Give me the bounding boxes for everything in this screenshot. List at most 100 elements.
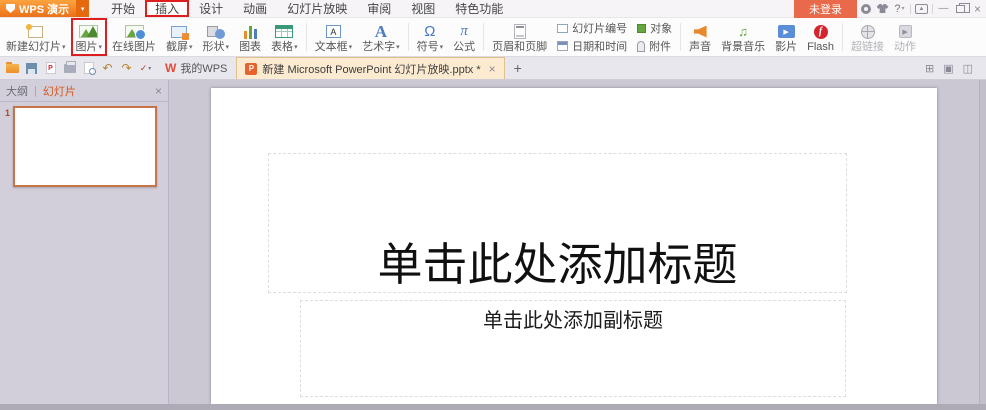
wordart-button[interactable]: A 艺术字	[357, 18, 405, 56]
button-label: 艺术字	[362, 42, 400, 53]
titlebar-right: 未登录 ? — ×	[794, 0, 986, 18]
screenshot-button[interactable]: 截屏	[161, 18, 198, 56]
pdf-icon	[45, 62, 56, 74]
button-label: 日期和时间	[572, 41, 628, 53]
slide-thumbnail[interactable]	[13, 106, 157, 187]
restore-button[interactable]	[952, 0, 970, 18]
export-pdf-button[interactable]	[42, 60, 59, 77]
tabbar-tool-icon-1[interactable]: ⊞	[925, 62, 934, 75]
tabbar-tool-icon-2[interactable]: ▣	[943, 62, 953, 75]
wps-logo[interactable]: WPS 演示	[0, 0, 77, 17]
slide-editor[interactable]: 单击此处添加标题 单击此处添加副标题	[211, 88, 937, 404]
textbox-button[interactable]: A 文本框	[310, 18, 358, 56]
action-play-icon	[898, 23, 912, 40]
panel-close-icon[interactable]: ×	[155, 84, 162, 98]
login-button[interactable]: 未登录	[794, 0, 857, 18]
new-slide-button[interactable]: 新建幻灯片	[1, 18, 71, 56]
menu-view[interactable]: 视图	[401, 0, 445, 17]
subtitle-placeholder-text: 单击此处添加副标题	[483, 310, 663, 332]
new-tab-button[interactable]: +	[514, 60, 522, 76]
save-button[interactable]	[23, 60, 40, 77]
open-file-button[interactable]	[4, 60, 21, 77]
menu-special-features[interactable]: 特色功能	[445, 0, 513, 17]
slide-canvas: 单击此处添加标题 单击此处添加副标题	[170, 80, 986, 410]
date-time-button[interactable]: 日期和时间	[557, 38, 627, 54]
titlebar: WPS 演示 开始 插入 设计 动画 幻灯片放映 审阅 视图 特色功能 未登录 …	[0, 0, 986, 18]
menu-design[interactable]: 设计	[189, 0, 233, 17]
picture-button[interactable]: 图片	[70, 18, 108, 56]
button-label: 动作	[894, 41, 917, 53]
table-button[interactable]: 表格	[266, 18, 303, 56]
flash-icon	[813, 23, 828, 40]
header-footer-button[interactable]: 页眉和页脚	[487, 18, 552, 56]
menu-home[interactable]: 开始	[101, 0, 145, 17]
date-time-icon	[557, 41, 569, 51]
skin-shirt-icon[interactable]	[874, 0, 891, 18]
online-picture-button[interactable]: 在线图片	[107, 18, 161, 56]
button-label: 影片	[775, 41, 798, 53]
tabbar-tool-icon-3[interactable]: ◫	[963, 62, 973, 75]
pi-icon: π	[460, 23, 468, 39]
help-icon[interactable]: ?	[891, 0, 908, 18]
flash-button[interactable]: Flash	[802, 18, 839, 56]
ppt-file-icon	[245, 62, 258, 75]
outline-tab[interactable]: 大纲	[6, 83, 28, 99]
slides-panel-header: 大纲 | 幻灯片 ×	[0, 80, 168, 102]
workspace: 大纲 | 幻灯片 × 1 单击此处添加标题 单击此处添加副标题	[0, 80, 986, 410]
tab-close-icon[interactable]: ×	[489, 62, 496, 76]
film-icon	[777, 23, 795, 40]
document-tab-title: 新建 Microsoft PowerPoint 幻灯片放映.pptx *	[262, 63, 481, 76]
button-label: 截屏	[166, 42, 193, 53]
close-button[interactable]: ×	[969, 0, 986, 18]
insert-small-group: 幻灯片编号 对象 日期和时间 附件	[552, 18, 677, 56]
tab-label: 我的WPS	[180, 63, 228, 75]
menu-animation[interactable]: 动画	[233, 0, 277, 17]
wordart-icon: A	[374, 22, 387, 41]
picture-icon	[79, 23, 99, 40]
customize-toolbar-button[interactable]: ✓	[137, 60, 154, 77]
menu-insert[interactable]: 插入	[145, 0, 190, 17]
screenshot-icon	[171, 23, 190, 40]
minimize-button[interactable]: —	[935, 0, 952, 18]
divider	[910, 3, 911, 14]
slide-number-button[interactable]: 幻灯片编号	[557, 20, 627, 36]
button-label: 符号	[417, 42, 444, 53]
menu-slideshow[interactable]: 幻灯片放映	[277, 0, 357, 17]
title-placeholder[interactable]: 单击此处添加标题	[268, 153, 847, 293]
formula-button[interactable]: π 公式	[448, 18, 480, 56]
slides-tab[interactable]: 幻灯片	[43, 83, 76, 99]
attachment-button[interactable]: 附件	[637, 38, 672, 54]
logo-caret-icon[interactable]	[76, 0, 90, 17]
button-label: 文本框	[315, 42, 353, 53]
symbol-button[interactable]: Ω 符号	[412, 18, 449, 56]
divider	[305, 23, 307, 51]
save-icon	[26, 62, 37, 74]
vertical-scrollbar[interactable]	[979, 80, 986, 404]
my-wps-tab[interactable]: W 我的WPS	[156, 57, 236, 79]
sound-button[interactable]: 声音	[684, 18, 716, 56]
button-label: 页眉和页脚	[492, 41, 548, 53]
shapes-button[interactable]: 形状	[198, 18, 235, 56]
theme-circle-icon[interactable]	[857, 0, 874, 18]
attachment-icon	[637, 40, 646, 52]
button-label: 超链接	[851, 41, 885, 53]
tab-divider: |	[34, 84, 37, 97]
slide-thumbnail-number: 1	[5, 108, 11, 118]
button-label: 图片	[76, 42, 103, 53]
active-document-tab[interactable]: 新建 Microsoft PowerPoint 幻灯片放映.pptx * ×	[236, 57, 505, 79]
object-button[interactable]: 对象	[637, 20, 672, 36]
chart-button[interactable]: 图表	[234, 18, 266, 56]
wps-logo-icon	[6, 4, 15, 13]
movie-button[interactable]: 影片	[770, 18, 802, 56]
background-music-button[interactable]: ♫ 背景音乐	[716, 18, 770, 56]
redo-button[interactable]: ↷	[118, 60, 135, 77]
button-label: 图表	[239, 41, 262, 53]
menu-review[interactable]: 审阅	[357, 0, 401, 17]
print-preview-icon	[83, 62, 96, 75]
button-label: 形状	[203, 42, 230, 53]
subtitle-placeholder[interactable]: 单击此处添加副标题	[300, 300, 846, 397]
collapse-ribbon-icon[interactable]	[913, 0, 930, 18]
undo-button[interactable]: ↶	[99, 60, 116, 77]
print-preview-button[interactable]	[80, 60, 97, 77]
print-button[interactable]	[61, 60, 78, 77]
